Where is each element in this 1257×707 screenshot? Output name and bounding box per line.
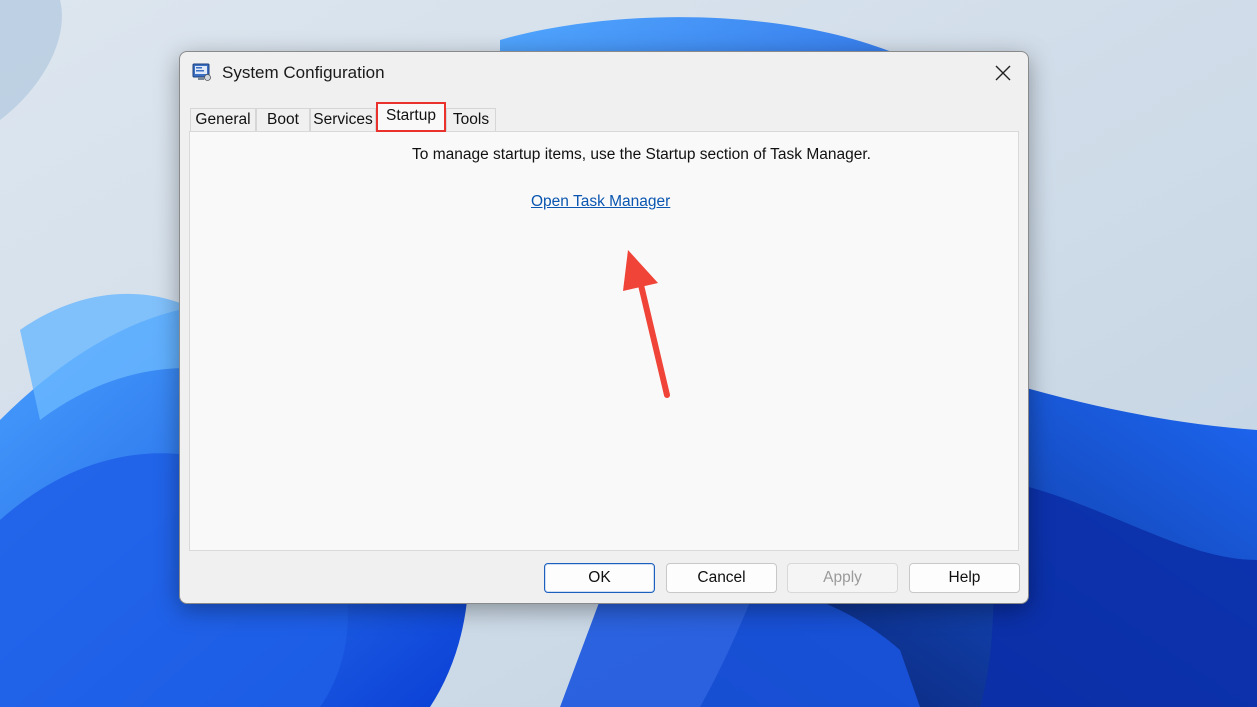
cancel-button[interactable]: Cancel: [666, 563, 777, 593]
open-task-manager-link[interactable]: Open Task Manager: [531, 193, 670, 211]
tab-tools[interactable]: Tools: [446, 108, 496, 131]
title-bar[interactable]: System Configuration: [180, 52, 1028, 94]
ok-button[interactable]: OK: [544, 563, 655, 593]
close-icon: [995, 65, 1011, 81]
apply-button: Apply: [787, 563, 898, 593]
msconfig-icon: [192, 63, 211, 81]
tab-boot[interactable]: Boot: [256, 108, 310, 131]
tab-services[interactable]: Services: [310, 108, 376, 131]
tab-startup[interactable]: Startup: [376, 102, 446, 132]
window-title: System Configuration: [222, 63, 385, 82]
tab-general[interactable]: General: [190, 108, 256, 131]
startup-message: To manage startup items, use the Startup…: [412, 146, 871, 163]
help-button[interactable]: Help: [909, 563, 1020, 593]
close-button[interactable]: [978, 52, 1028, 94]
system-configuration-dialog: System Configuration General Boot Servic…: [179, 51, 1029, 604]
startup-tab-panel: To manage startup items, use the Startup…: [189, 131, 1019, 551]
